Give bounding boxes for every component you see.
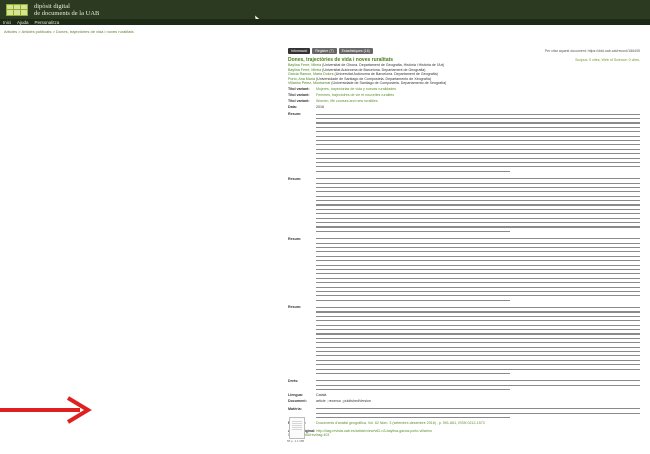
author-affiliation: (Universitat Autònoma de Barcelona. Depa… xyxy=(322,67,426,72)
nav-help[interactable]: Ajuda xyxy=(17,20,29,25)
author-name[interactable]: Baylina Ferré, Mireia xyxy=(288,68,321,72)
breadcrumb[interactable]: Articles > Articles publicats > Dones, t… xyxy=(4,29,134,34)
nav-home[interactable]: Inici xyxy=(3,20,11,25)
text-line xyxy=(316,229,640,233)
abstract-label: Resum: xyxy=(288,236,302,241)
doi-link[interactable]: DOI: 10.5565/rev/dag.403 xyxy=(288,433,640,437)
author-row: Villarino Pérez, Montserrat (Universidad… xyxy=(288,81,640,85)
rights-label: Drets: xyxy=(288,378,299,383)
abstract-block: Resum: xyxy=(288,177,640,234)
abstract-text xyxy=(316,237,640,303)
author-affiliation: (Universidade de Santiago de Compostela.… xyxy=(331,81,447,86)
field-label: Data: xyxy=(288,104,297,109)
uab-logo-icon[interactable] xyxy=(6,3,28,16)
rights-block: Drets: xyxy=(288,379,640,392)
cite-link[interactable]: Per citar aquest document: https://ddd.u… xyxy=(545,49,640,53)
citation-metrics[interactable]: Scopus: 0 cites, Web of Science: 0 cites… xyxy=(575,58,640,62)
document-label: Document: xyxy=(288,399,307,404)
abstract-label: Resum: xyxy=(288,112,302,117)
author-affiliation: (Universidade de Santiago de Compostela.… xyxy=(315,76,432,81)
abstract-block: Resum: xyxy=(288,305,640,375)
pdf-thumbnail-icon[interactable] xyxy=(289,417,305,439)
tab-record[interactable]: Registre (7) xyxy=(312,47,337,54)
top-nav: Inici Ajuda Personalitza xyxy=(0,19,650,25)
field-value[interactable]: Women, life courses and new ruralities xyxy=(316,99,640,103)
nav-personalize[interactable]: Personalitza xyxy=(35,20,60,25)
text-line xyxy=(316,169,640,173)
subject-block: Matèria: xyxy=(288,407,640,420)
field-value[interactable]: Femmes, trajectoires de vie et nouvelles… xyxy=(316,93,640,97)
field-row: Títol variant: Mujeres, trayectorias de v… xyxy=(288,87,640,91)
author-name[interactable]: Villarino Pérez, Montserrat xyxy=(288,81,330,85)
abstract-text xyxy=(316,177,640,234)
abstract-label: Resum: xyxy=(288,305,302,310)
brand-line1: dipòsit digital xyxy=(34,2,70,10)
document-row: Document: article ; recerca ; publishedVe… xyxy=(288,399,640,403)
tab-statistics[interactable]: Estadístiques (16) xyxy=(338,47,373,54)
published-value[interactable]: Documents d'anàlisi geogràfica, Vol. 62 … xyxy=(316,421,640,425)
field-row: Títol variant: Women, life courses and ne… xyxy=(288,99,640,103)
brand-line2: de documents de la UAB xyxy=(34,9,100,17)
field-value[interactable]: Mujeres, trayectorias de vida y nuevas r… xyxy=(316,87,640,91)
abstract-block: Resum: xyxy=(288,237,640,303)
red-arrow-icon xyxy=(0,396,92,424)
field-label: Títol variant: xyxy=(288,92,310,97)
author-name[interactable]: Porto, Ana María xyxy=(288,77,315,81)
subject-text[interactable] xyxy=(316,407,640,420)
record-content: Scopus: 0 cites, Web of Science: 0 cites… xyxy=(288,57,640,438)
published-row: Publicat a:Documents d'anàlisi geogràfic… xyxy=(288,421,640,425)
abstract-text xyxy=(316,112,640,173)
author-affiliation: (Universitat Autònoma de Barcelona. Depa… xyxy=(334,72,438,77)
text-line xyxy=(316,415,640,419)
language-value: Català xyxy=(316,393,327,398)
author-name[interactable]: Baylina Ferré, Mireia xyxy=(288,63,321,67)
site-header: dipòsit digital de documents de la UAB xyxy=(0,0,650,19)
field-value: 2016 xyxy=(316,104,324,109)
author-name[interactable]: Garcia Ramon, Maria Dolors xyxy=(288,72,334,76)
record-tabs: Informació Registre (7) Estadístiques (1… xyxy=(288,47,640,54)
language-row: Llengua: Català xyxy=(288,393,640,397)
original-link[interactable]: http://dag.revista.uab.es/article/view/v… xyxy=(316,429,431,433)
abstract-block: Resum: xyxy=(288,112,640,173)
language-label: Llengua: xyxy=(288,393,303,398)
text-line xyxy=(316,388,640,392)
abstract-label: Resum: xyxy=(288,176,302,181)
field-row: Títol variant: Femmes, trajectoires de vi… xyxy=(288,93,640,97)
site-brand[interactable]: dipòsit digital de documents de la UAB xyxy=(34,3,99,17)
field-row: Data: 2016 xyxy=(288,105,640,109)
abstract-section: Resum: Resum: Resum: Resum: xyxy=(288,112,640,376)
pdf-caption: 55 p. 1.1 MB xyxy=(287,439,305,443)
tab-information[interactable]: Informació xyxy=(288,47,311,54)
text-line xyxy=(316,371,640,375)
abstract-text xyxy=(316,305,640,375)
author-list: Baylina Ferré, Mireia (Universitat de Gi… xyxy=(288,63,640,85)
field-label: Títol variant: xyxy=(288,86,310,91)
field-label: Títol variant: xyxy=(288,98,310,103)
document-value: article ; recerca ; publishedVersion xyxy=(316,399,371,404)
author-affiliation: (Universitat de Girona. Departament de G… xyxy=(322,63,445,68)
text-line xyxy=(316,298,640,302)
rights-text xyxy=(316,379,640,392)
